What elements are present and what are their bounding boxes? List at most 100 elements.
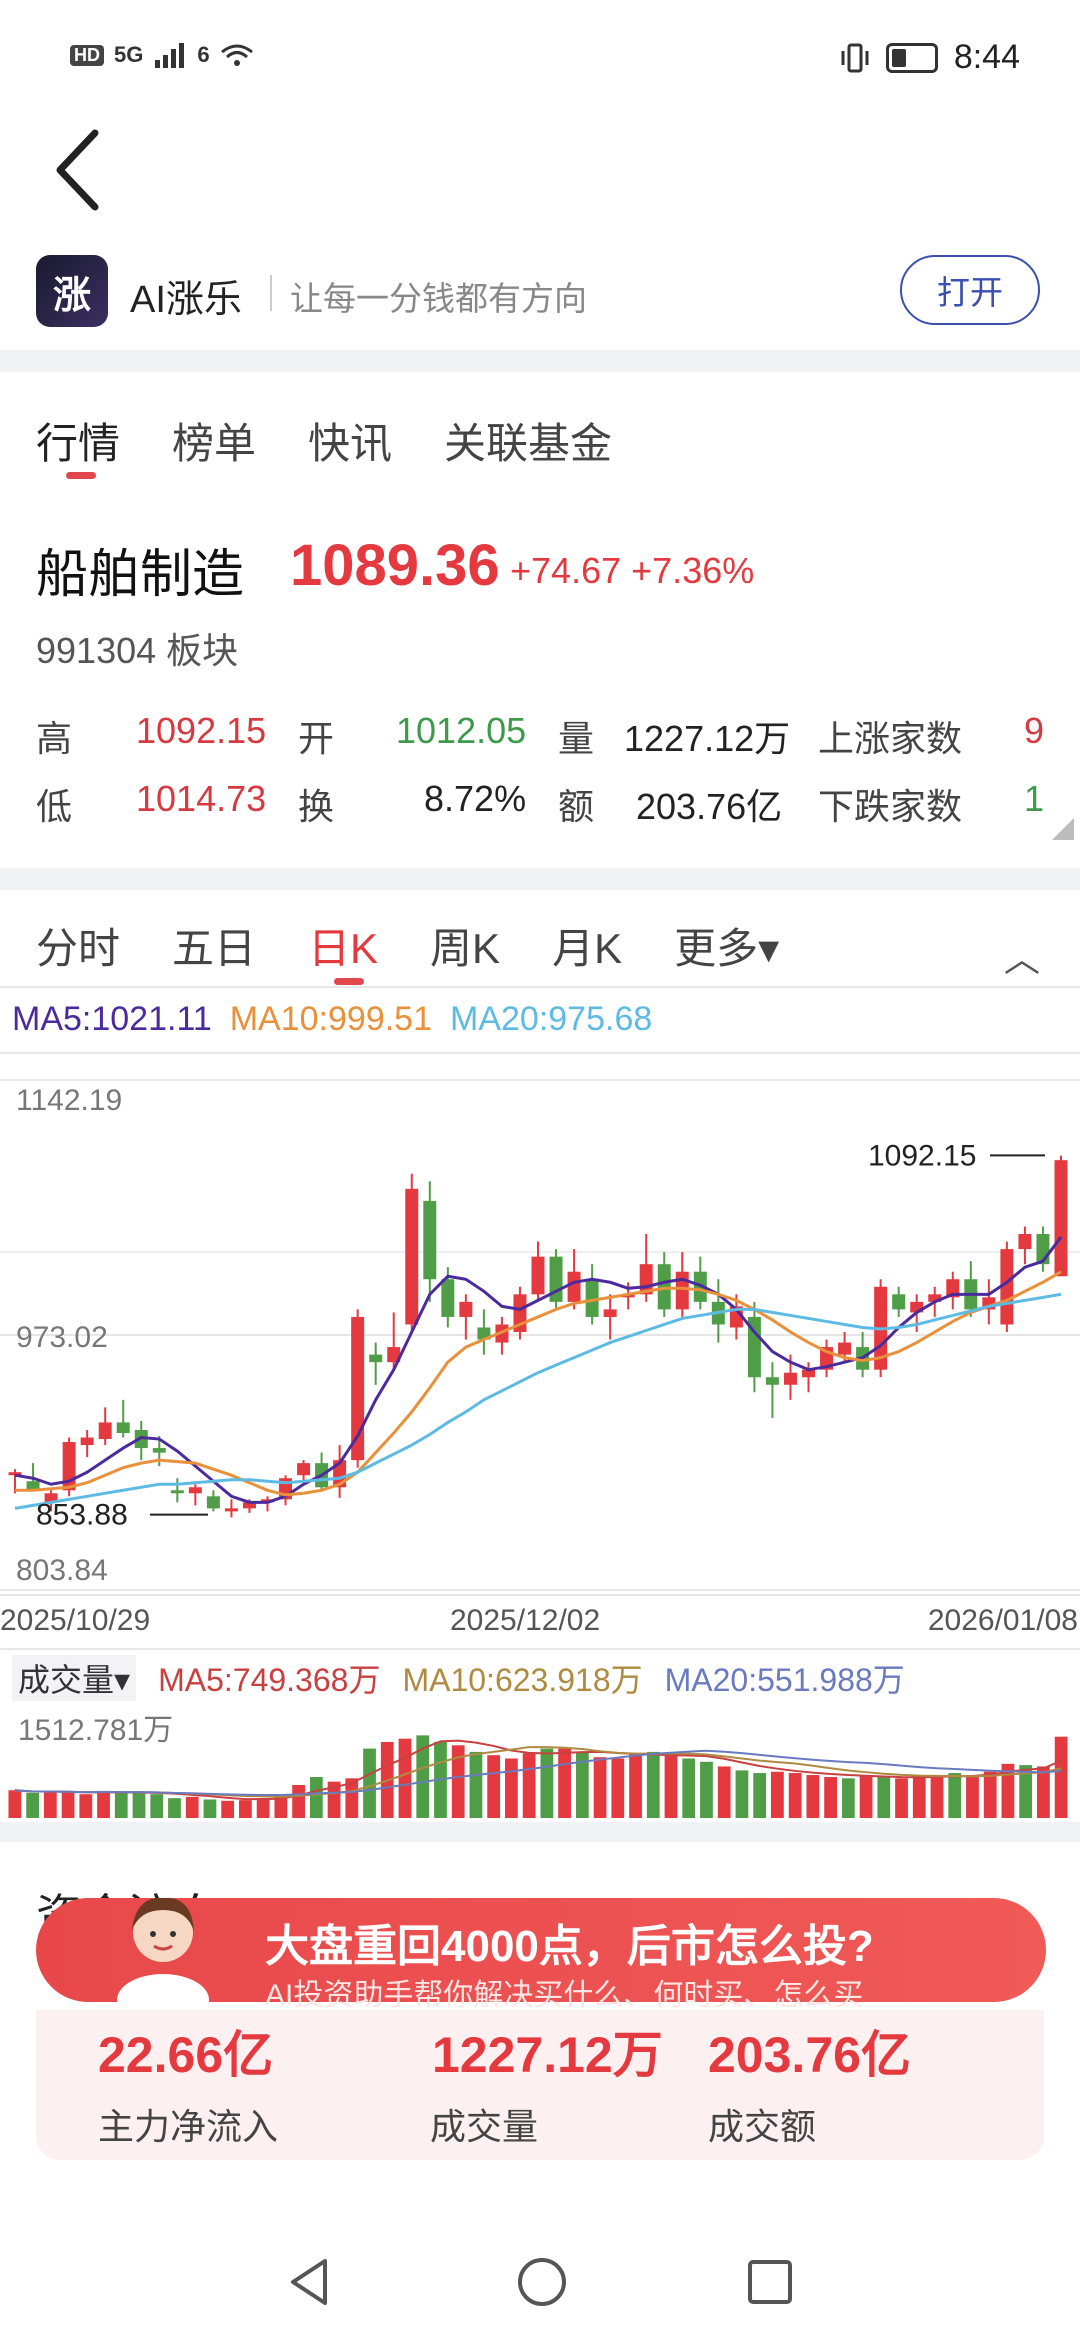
volume-chart[interactable] <box>0 1700 1080 1820</box>
stats-row: 低 1014.73 换 8.72% 额 203.76亿 下跌家数 1 <box>36 778 1046 846</box>
vibrate-icon <box>841 43 869 72</box>
vol-ma5-label: MA5:749.368万 <box>158 1662 381 1698</box>
back-arrow-icon[interactable] <box>50 125 110 215</box>
stock-name: 船舶制造 <box>36 546 245 604</box>
collapse-chevron-icon[interactable]: ︿ <box>1004 930 1040 982</box>
divider <box>0 1648 1080 1650</box>
volume-bar <box>806 1775 820 1818</box>
volume-bar <box>8 1790 22 1818</box>
high-label: 高 <box>36 718 73 759</box>
candle-body <box>1018 1234 1032 1250</box>
recent-nav-icon[interactable] <box>745 2257 795 2307</box>
volume-bar <box>97 1790 110 1818</box>
volume-bar <box>540 1748 554 1818</box>
volume-bar <box>79 1794 93 1818</box>
high-value: 1092.15 <box>136 710 267 751</box>
candle-body <box>152 1448 166 1453</box>
change-percent: +7.36% <box>631 550 755 591</box>
candle-body <box>369 1354 383 1363</box>
up-count-value: 9 <box>1024 710 1045 751</box>
period-tabs: 分时 五日 日K 周K 月K 更多▾ <box>36 915 779 976</box>
tab-news[interactable]: 快讯 <box>308 410 392 471</box>
min-price-label: 853.88 <box>36 1499 128 1532</box>
volume-bar <box>309 1777 323 1818</box>
change-value: +74.67 <box>510 550 622 591</box>
volume-bar <box>983 1771 997 1818</box>
volume-bar <box>203 1799 217 1818</box>
stats-row: 高 1092.15 开 1012.05 量 1227.12万 上涨家数 9 <box>36 710 1046 778</box>
volume-bar <box>859 1775 873 1818</box>
tab-market[interactable]: 行情 <box>36 410 120 471</box>
app-name: AI涨乐 <box>130 279 242 321</box>
kline-chart[interactable]: 1142.19 973.02 803.84 1092.15 853.88 2025/10/… <box>0 1050 1080 1650</box>
volume-bar <box>132 1792 146 1818</box>
expand-corner-icon[interactable] <box>1052 818 1074 840</box>
volume-bar <box>43 1791 57 1818</box>
promo-title: 大盘重回4000点，后市怎么投? <box>265 1922 874 1971</box>
volume-bar <box>168 1798 181 1818</box>
home-nav-icon[interactable] <box>515 2255 569 2309</box>
wifi-icon <box>220 44 253 66</box>
x-tick-label: 2025/10/29 <box>0 1604 150 1637</box>
tab-5day[interactable]: 五日 <box>172 915 256 976</box>
down-count-label: 下跌家数 <box>818 786 963 827</box>
system-navbar <box>0 2240 1080 2340</box>
volume-bar <box>611 1758 625 1818</box>
volume-bar <box>717 1766 731 1818</box>
tab-monthly-k[interactable]: 月K <box>552 915 622 976</box>
vol-ma20-label: MA20:551.988万 <box>664 1662 905 1698</box>
y-tick-label: 803.84 <box>16 1554 108 1587</box>
candle-body <box>567 1271 581 1302</box>
volume-bar <box>824 1777 837 1818</box>
turnover-label: 换 <box>298 786 335 827</box>
back-nav-icon[interactable] <box>285 2255 335 2309</box>
flow-volume-value: 1227.12万 <box>432 2027 663 2083</box>
divider <box>0 986 1080 988</box>
candle-body <box>459 1301 473 1317</box>
volume-bar <box>646 1751 660 1818</box>
volume-bar <box>877 1777 891 1818</box>
volume-bar <box>522 1753 536 1818</box>
code-value: 991304 <box>36 630 157 671</box>
candle-body <box>531 1256 545 1295</box>
candle-body <box>80 1437 94 1446</box>
x-tick-label: 2026/01/08 <box>928 1604 1078 1637</box>
candle-body <box>1054 1160 1068 1277</box>
amount-label: 额 <box>558 786 595 827</box>
tab-daily-k[interactable]: 日K <box>308 915 378 976</box>
candle-body <box>170 1490 184 1494</box>
volume-selector[interactable]: 成交量▾ <box>12 1655 137 1701</box>
volume-bar <box>398 1738 412 1818</box>
tab-intraday[interactable]: 分时 <box>36 915 120 976</box>
candle-body <box>297 1463 311 1476</box>
volume-bar <box>966 1775 979 1818</box>
vol-ma10-label: MA10:623.918万 <box>402 1662 643 1698</box>
tab-funds[interactable]: 关联基金 <box>444 410 612 471</box>
volume-bar <box>593 1757 607 1818</box>
volume-bar <box>292 1784 305 1818</box>
section-divider <box>0 868 1080 890</box>
divider <box>270 275 272 311</box>
stock-code: 991304 板块 <box>36 622 238 674</box>
volume-bar <box>221 1800 235 1818</box>
up-count-label: 上涨家数 <box>818 718 963 759</box>
volume-bar <box>948 1773 962 1818</box>
volume-bar <box>930 1775 944 1818</box>
volume-bar <box>114 1792 128 1818</box>
y-tick-label: 1142.19 <box>16 1084 122 1117</box>
candle-body <box>783 1372 797 1385</box>
tab-rank[interactable]: 榜单 <box>172 410 256 471</box>
volume-legend: 成交量▾ MA5:749.368万 MA10:623.918万 MA20:551… <box>12 1655 905 1701</box>
section-divider <box>0 350 1080 372</box>
period-tab-indicator <box>334 978 364 985</box>
tab-weekly-k[interactable]: 周K <box>430 915 500 976</box>
open-value: 1012.05 <box>396 710 527 751</box>
candle-body <box>188 1487 202 1494</box>
tab-more[interactable]: 更多▾ <box>674 915 779 976</box>
candle-body <box>423 1200 437 1280</box>
main-inflow-label: 主力净流入 <box>98 2106 279 2147</box>
open-app-button[interactable]: 打开 <box>900 255 1040 325</box>
ma10-label: MA10:999.51 <box>229 1000 432 1038</box>
volume-bar <box>841 1778 855 1818</box>
volume-bar <box>664 1755 678 1818</box>
